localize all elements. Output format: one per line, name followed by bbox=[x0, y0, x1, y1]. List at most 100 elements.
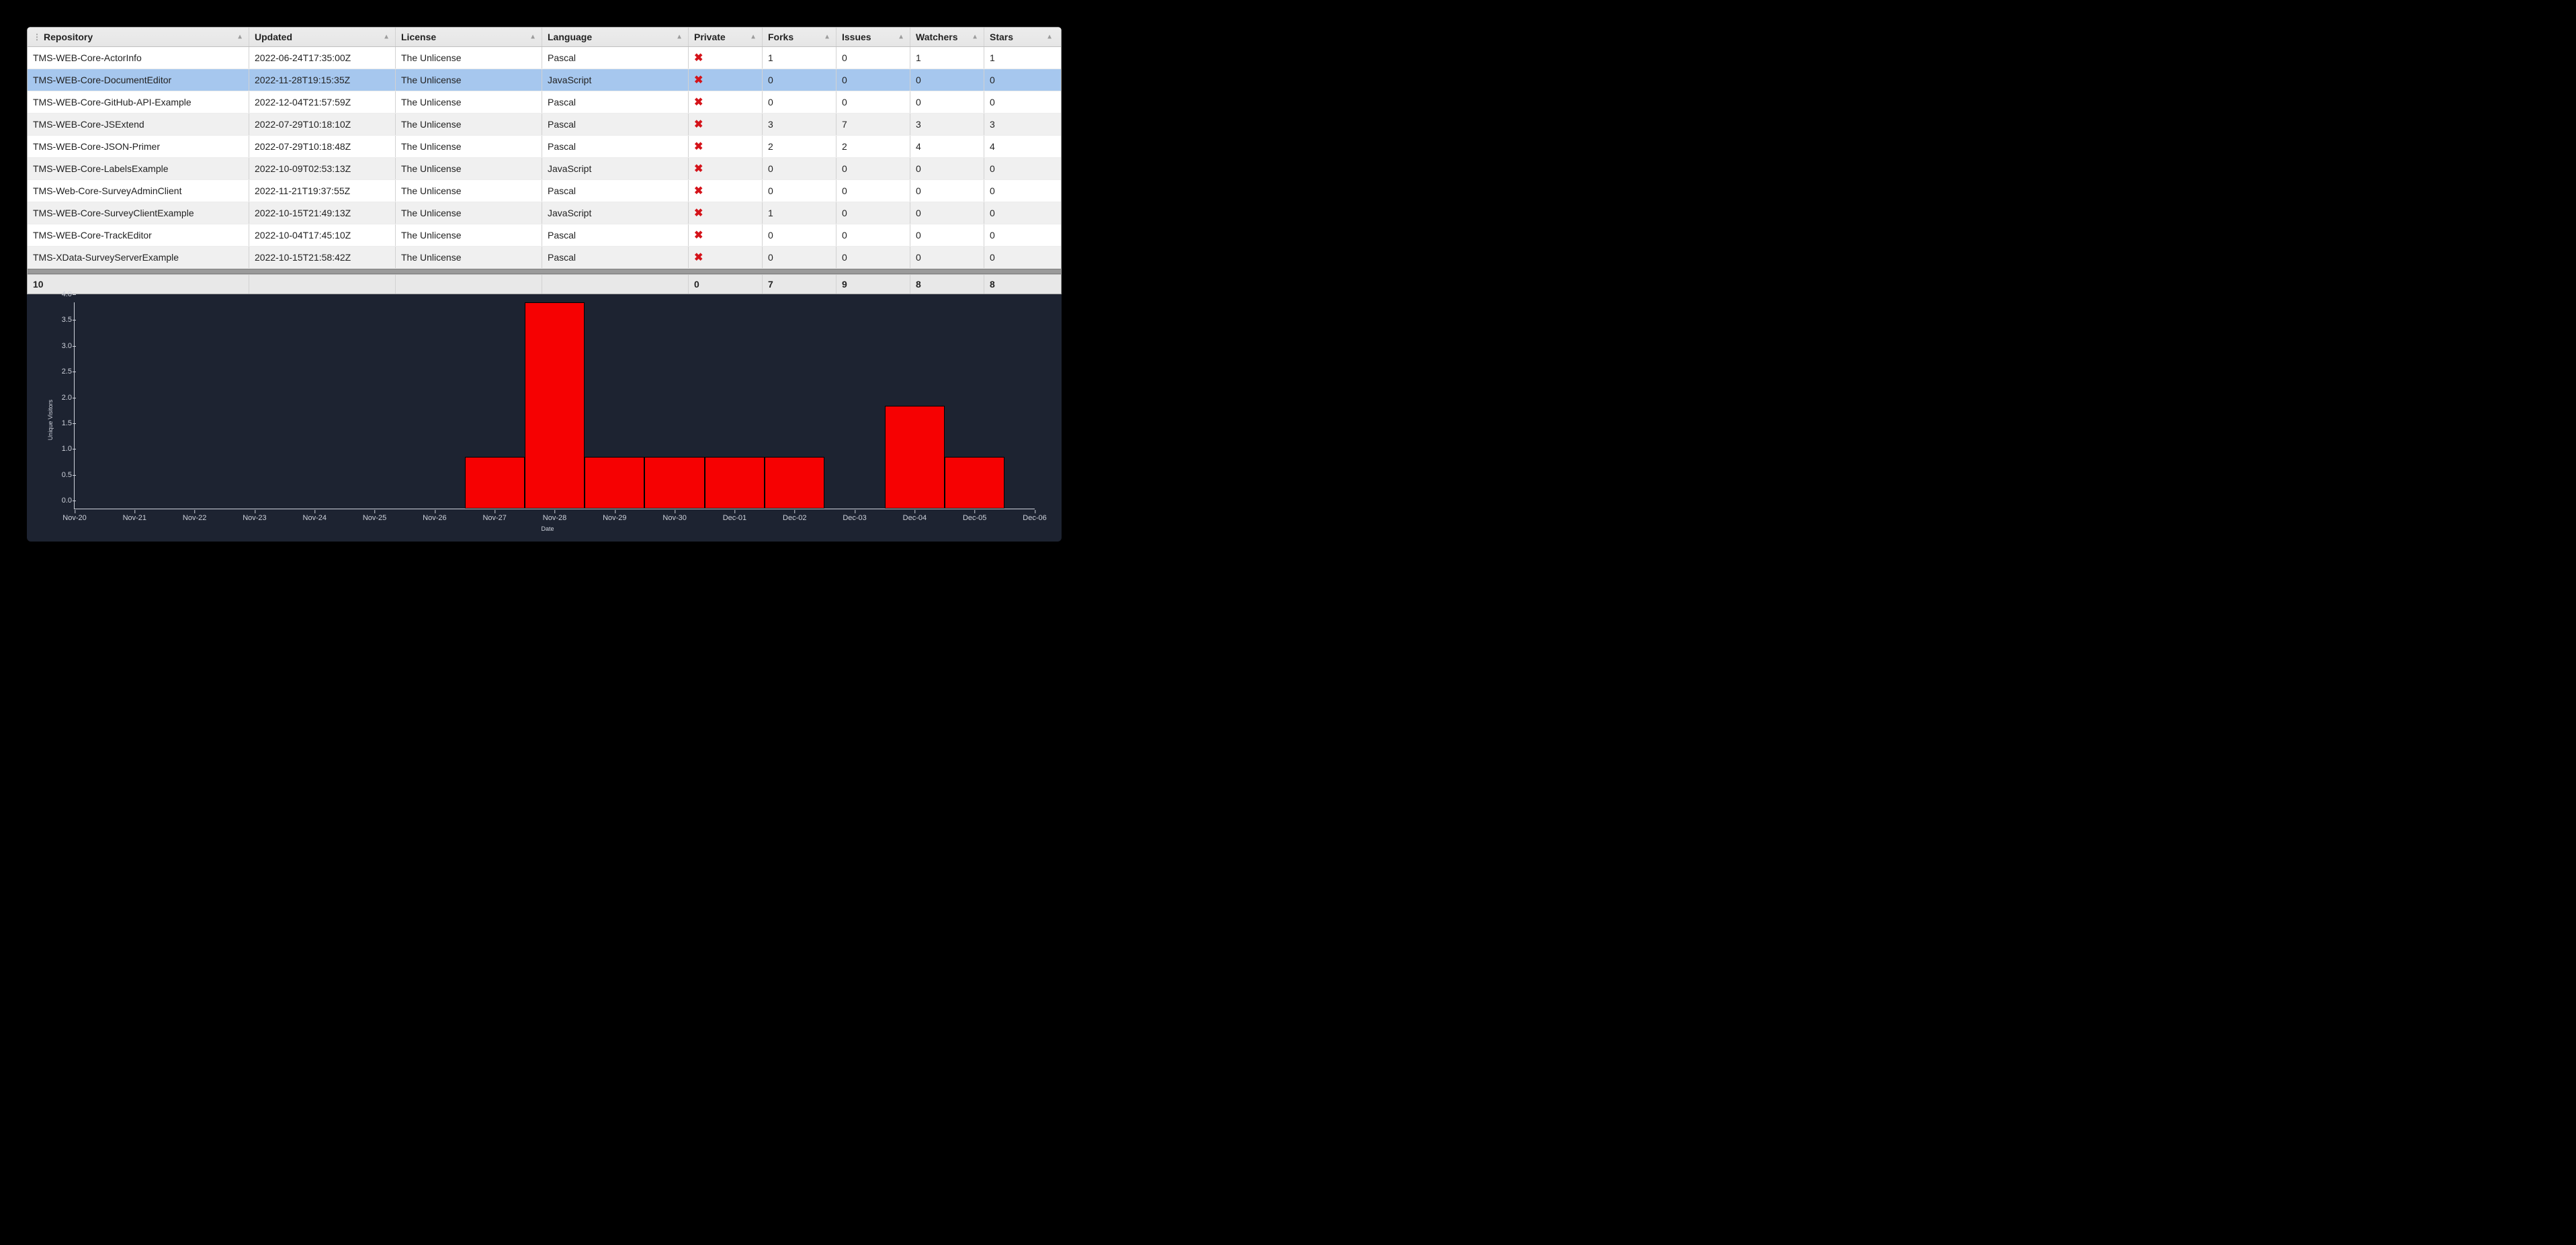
cell-forks: 0 bbox=[763, 224, 836, 246]
cell-stars: 0 bbox=[984, 202, 1058, 224]
column-header-forks[interactable]: Forks▲ bbox=[763, 28, 836, 46]
table-row[interactable]: TMS-WEB-Core-SurveyClientExample2022-10-… bbox=[28, 202, 1061, 224]
x-tick: Nov-29 bbox=[603, 514, 626, 522]
sort-icon[interactable]: ▲ bbox=[237, 34, 243, 41]
cell-repo: TMS-WEB-Core-GitHub-API-Example bbox=[28, 91, 249, 113]
cell-license: The Unlicense bbox=[396, 47, 542, 69]
cell-watchers: 1 bbox=[910, 47, 984, 69]
sort-icon[interactable]: ▲ bbox=[750, 34, 757, 41]
sort-icon[interactable]: ▲ bbox=[676, 34, 683, 41]
cell-stars: 3 bbox=[984, 114, 1058, 135]
sort-icon[interactable]: ▲ bbox=[824, 34, 830, 41]
cell-forks: 2 bbox=[763, 136, 836, 157]
sort-icon[interactable]: ▲ bbox=[383, 34, 390, 41]
cell-forks: 0 bbox=[763, 91, 836, 113]
cell-private: ✖ bbox=[689, 180, 763, 202]
cell-lang: Pascal bbox=[542, 180, 689, 202]
cell-stars: 0 bbox=[984, 247, 1058, 268]
table-row[interactable]: TMS-WEB-Core-GitHub-API-Example2022-12-0… bbox=[28, 91, 1061, 114]
cell-lang: JavaScript bbox=[542, 202, 689, 224]
table-row[interactable]: TMS-WEB-Core-LabelsExample2022-10-09T02:… bbox=[28, 158, 1061, 180]
chart-xlabel: Date bbox=[541, 525, 554, 532]
column-label: Private bbox=[694, 32, 726, 42]
cell-lang: Pascal bbox=[542, 91, 689, 113]
cell-updated: 2022-06-24T17:35:00Z bbox=[249, 47, 396, 69]
chart-bar bbox=[644, 457, 704, 509]
cell-repo: TMS-WEB-Core-LabelsExample bbox=[28, 158, 249, 179]
cell-lang: Pascal bbox=[542, 114, 689, 135]
cell-updated: 2022-10-15T21:58:42Z bbox=[249, 247, 396, 268]
column-header-updated[interactable]: Updated ▲ bbox=[249, 28, 396, 46]
column-label: Stars bbox=[990, 32, 1013, 42]
x-tick: Dec-06 bbox=[1023, 514, 1046, 522]
cell-issues: 0 bbox=[836, 91, 910, 113]
column-header-stars[interactable]: Stars ▲ bbox=[984, 28, 1058, 46]
cell-lang: JavaScript bbox=[542, 69, 689, 91]
cell-issues: 0 bbox=[836, 47, 910, 69]
chart-plot: 0.00.51.01.52.02.53.03.54.0Nov-20Nov-21N… bbox=[74, 302, 1035, 509]
footer-watchers: 8 bbox=[910, 275, 984, 294]
cell-stars: 0 bbox=[984, 91, 1058, 113]
y-tick: 1.0 bbox=[52, 445, 72, 453]
cell-stars: 4 bbox=[984, 136, 1058, 157]
table-row[interactable]: TMS-WEB-Core-JSON-Primer2022-07-29T10:18… bbox=[28, 136, 1061, 158]
cell-updated: 2022-10-15T21:49:13Z bbox=[249, 202, 396, 224]
cell-license: The Unlicense bbox=[396, 114, 542, 135]
x-tick: Dec-02 bbox=[783, 514, 806, 522]
x-tick: Nov-24 bbox=[303, 514, 327, 522]
x-tick: Dec-03 bbox=[843, 514, 866, 522]
cell-repo: TMS-WEB-Core-JSON-Primer bbox=[28, 136, 249, 157]
cell-updated: 2022-11-21T19:37:55Z bbox=[249, 180, 396, 202]
column-label: Language bbox=[548, 32, 592, 42]
cell-updated: 2022-10-04T17:45:10Z bbox=[249, 224, 396, 246]
y-tick: 4.0 bbox=[52, 290, 72, 298]
y-tick: 0.0 bbox=[52, 497, 72, 505]
x-tick: Nov-20 bbox=[62, 514, 86, 522]
cell-issues: 0 bbox=[836, 202, 910, 224]
x-tick: Dec-05 bbox=[963, 514, 986, 522]
column-label: Updated bbox=[255, 32, 292, 42]
sort-icon[interactable]: ▲ bbox=[898, 34, 904, 41]
sort-icon[interactable]: ▲ bbox=[529, 34, 536, 41]
column-header-repo[interactable]: ⋮Repository ▲ bbox=[28, 28, 249, 46]
y-tick: 3.0 bbox=[52, 342, 72, 350]
footer-lang bbox=[542, 275, 689, 294]
column-header-watchers[interactable]: Watchers▲ bbox=[910, 28, 984, 46]
cell-stars: 0 bbox=[984, 69, 1058, 91]
table-row[interactable]: TMS-WEB-Core-ActorInfo2022-06-24T17:35:0… bbox=[28, 47, 1061, 69]
table-row[interactable]: TMS-WEB-Core-JSExtend2022-07-29T10:18:10… bbox=[28, 114, 1061, 136]
cell-updated: 2022-11-28T19:15:35Z bbox=[249, 69, 396, 91]
sort-icon[interactable]: ▲ bbox=[972, 34, 978, 41]
sort-icon[interactable]: ▲ bbox=[1046, 34, 1053, 41]
table-row[interactable]: TMS-WEB-Core-TrackEditor2022-10-04T17:45… bbox=[28, 224, 1061, 247]
column-header-lang[interactable]: Language ▲ bbox=[542, 28, 689, 46]
x-icon: ✖ bbox=[694, 140, 703, 153]
footer-updated bbox=[249, 275, 396, 294]
grip-icon[interactable]: ⋮ bbox=[33, 32, 41, 42]
x-tick: Nov-27 bbox=[482, 514, 506, 522]
x-icon: ✖ bbox=[694, 118, 703, 131]
column-header-issues[interactable]: Issues▲ bbox=[836, 28, 910, 46]
x-tick: Nov-28 bbox=[543, 514, 566, 522]
cell-forks: 0 bbox=[763, 180, 836, 202]
x-icon: ✖ bbox=[694, 162, 703, 175]
x-icon: ✖ bbox=[694, 206, 703, 220]
chart-bar bbox=[585, 457, 644, 509]
table-row[interactable]: TMS-WEB-Core-DocumentEditor2022-11-28T19… bbox=[28, 69, 1061, 91]
cell-lang: JavaScript bbox=[542, 158, 689, 179]
cell-lang: Pascal bbox=[542, 136, 689, 157]
table-row[interactable]: TMS-Web-Core-SurveyAdminClient2022-11-21… bbox=[28, 180, 1061, 202]
column-label: License bbox=[401, 32, 436, 42]
cell-private: ✖ bbox=[689, 69, 763, 91]
column-header-license[interactable]: License ▲ bbox=[396, 28, 542, 46]
column-header-private[interactable]: Private ▲ bbox=[689, 28, 763, 46]
x-icon: ✖ bbox=[694, 184, 703, 198]
column-label: Repository bbox=[44, 32, 93, 42]
table-row[interactable]: TMS-XData-SurveyServerExample2022-10-15T… bbox=[28, 247, 1061, 269]
cell-watchers: 0 bbox=[910, 91, 984, 113]
cell-lang: Pascal bbox=[542, 224, 689, 246]
cell-issues: 0 bbox=[836, 69, 910, 91]
y-tick: 2.5 bbox=[52, 368, 72, 376]
cell-stars: 0 bbox=[984, 180, 1058, 202]
cell-repo: TMS-WEB-Core-ActorInfo bbox=[28, 47, 249, 69]
